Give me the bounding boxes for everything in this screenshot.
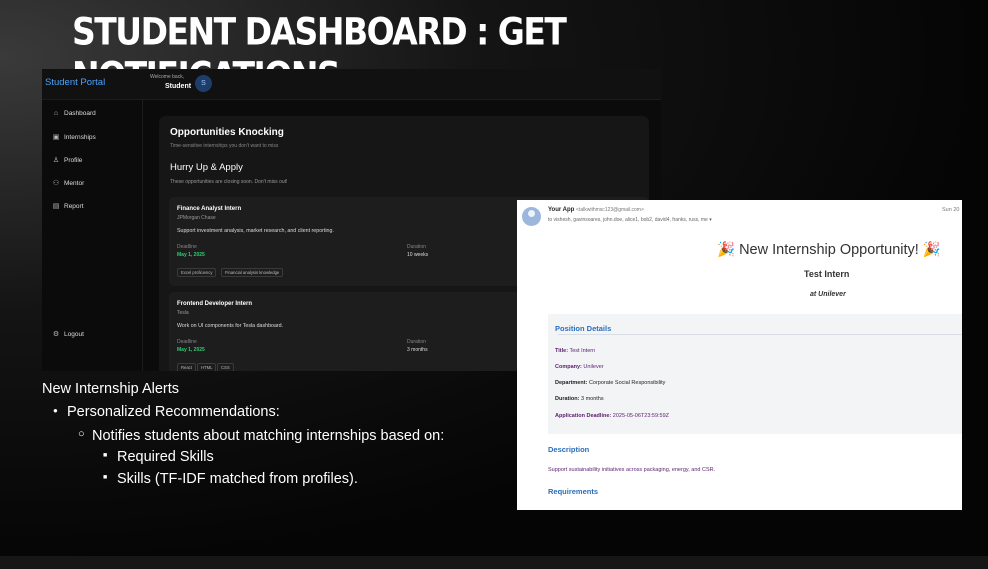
detail-company: Company: Unilever bbox=[555, 364, 604, 370]
bullet-level3: Required Skills bbox=[103, 449, 214, 465]
sidebar-item-dashboard[interactable]: ⌂ Dashboard bbox=[51, 110, 96, 117]
user-icon: ♙ bbox=[52, 157, 60, 164]
job-title: Frontend Developer Intern bbox=[177, 301, 253, 307]
sender-email: <talkwithmsc123@gmail.com> bbox=[576, 207, 644, 213]
users-icon: ⚇ bbox=[52, 180, 60, 187]
email-company: at Unilever bbox=[810, 291, 846, 298]
email-date: Sun 20 bbox=[942, 207, 960, 213]
email-heading: 🎉 New Internship Opportunity! 🎉 bbox=[717, 242, 941, 258]
sidebar-item-report[interactable]: ▤ Report bbox=[51, 202, 84, 210]
sender-avatar-icon bbox=[522, 207, 541, 226]
requirements-heading: Requirements bbox=[548, 487, 599, 496]
email-screenshot: Your App <talkwithmsc123@gmail.com> to v… bbox=[517, 200, 962, 510]
bullet-level3: Skills (TF-IDF matched from profiles). bbox=[103, 471, 358, 487]
card-title: Opportunities Knocking bbox=[170, 127, 284, 138]
gear-icon: ⚙ bbox=[52, 331, 60, 338]
section-subtitle: These opportunities are closing soon. Do… bbox=[170, 179, 288, 185]
sidebar-item-label: Profile bbox=[64, 157, 83, 164]
job-description: Work on UI components for Tesla dashboar… bbox=[177, 323, 284, 329]
logout-button[interactable]: ⚙ Logout bbox=[51, 330, 84, 338]
deadline-label: Deadline bbox=[177, 339, 197, 345]
duration-label: Duration bbox=[407, 244, 426, 250]
job-company: JPMorgan Chase bbox=[177, 215, 216, 221]
job-description: Support investment analysis, market rese… bbox=[177, 228, 334, 234]
sidebar-item-label: Report bbox=[64, 203, 84, 210]
details-heading: Position Details bbox=[555, 324, 612, 333]
detail-title: Title: Test Intern bbox=[555, 348, 596, 354]
detail-duration: Duration: 3 months bbox=[555, 396, 604, 402]
detail-deadline: Application Deadline: 2025-05-06T23:59:5… bbox=[555, 413, 670, 419]
sidebar-item-profile[interactable]: ♙ Profile bbox=[51, 156, 83, 164]
deadline-value: May 1, 2025 bbox=[177, 347, 205, 353]
sidebar-item-mentor[interactable]: ⚇ Mentor bbox=[51, 179, 84, 187]
card-subtitle: Time-sensitive internships you don't wan… bbox=[170, 143, 279, 149]
duration-label: Duration bbox=[407, 339, 426, 345]
description-heading: Description bbox=[548, 445, 590, 454]
sidebar: ⌂ Dashboard ▣ Internships ♙ Profile ⚇ Mentor… bbox=[42, 100, 143, 371]
description-text: Support sustainability initiatives acros… bbox=[548, 467, 716, 473]
briefcase-icon: ▣ bbox=[52, 134, 60, 141]
sidebar-item-internships[interactable]: ▣ Internships bbox=[51, 133, 96, 141]
deadline-label: Deadline bbox=[177, 244, 197, 250]
sender-line[interactable]: Your App <talkwithmsc123@gmail.com> bbox=[548, 207, 644, 213]
section-title: Hurry Up & Apply bbox=[170, 162, 243, 173]
bullet-level2: Notifies students about matching interns… bbox=[78, 428, 444, 444]
bullet-level1: Personalized Recommendations: bbox=[53, 404, 280, 420]
document-icon: ▤ bbox=[52, 203, 60, 210]
skill-tag: Financial analysis knowledge bbox=[221, 268, 284, 277]
detail-department: Department: Corporate Social Responsibil… bbox=[555, 380, 666, 386]
sidebar-item-label: Internships bbox=[64, 134, 96, 141]
sender-name: Your App bbox=[548, 207, 575, 213]
skill-tag: React bbox=[177, 363, 196, 371]
job-title: Finance Analyst Intern bbox=[177, 206, 242, 212]
bottom-band bbox=[0, 556, 988, 569]
welcome-name: Student bbox=[165, 83, 192, 90]
portal-brand[interactable]: Student Portal bbox=[45, 77, 105, 88]
email-job-title: Test Intern bbox=[804, 269, 850, 279]
skill-tag: Excel proficiency bbox=[177, 268, 217, 277]
top-bar: Student Portal Welcome back, Student S bbox=[42, 69, 661, 100]
home-icon: ⌂ bbox=[53, 110, 59, 117]
sidebar-item-label: Dashboard bbox=[64, 110, 96, 117]
duration-value: 3 months bbox=[407, 347, 428, 353]
avatar[interactable]: S bbox=[195, 75, 212, 92]
duration-value: 10 weeks bbox=[407, 252, 429, 258]
position-details-box: Position Details Title: Test Intern Comp… bbox=[548, 314, 962, 434]
skill-tag: CSS bbox=[217, 363, 234, 371]
skill-tag: HTML bbox=[197, 363, 217, 371]
logout-label: Logout bbox=[64, 331, 84, 338]
divider bbox=[558, 334, 962, 335]
welcome-text: Welcome back, bbox=[150, 74, 185, 80]
notes-heading: New Internship Alerts bbox=[42, 381, 180, 397]
job-company: Tesla bbox=[177, 310, 189, 316]
recipients-toggle[interactable]: to vishesh, gavinsoares, john.doe, alice… bbox=[548, 217, 712, 223]
deadline-value: May 1, 2025 bbox=[177, 252, 205, 258]
sidebar-item-label: Mentor bbox=[64, 180, 85, 187]
